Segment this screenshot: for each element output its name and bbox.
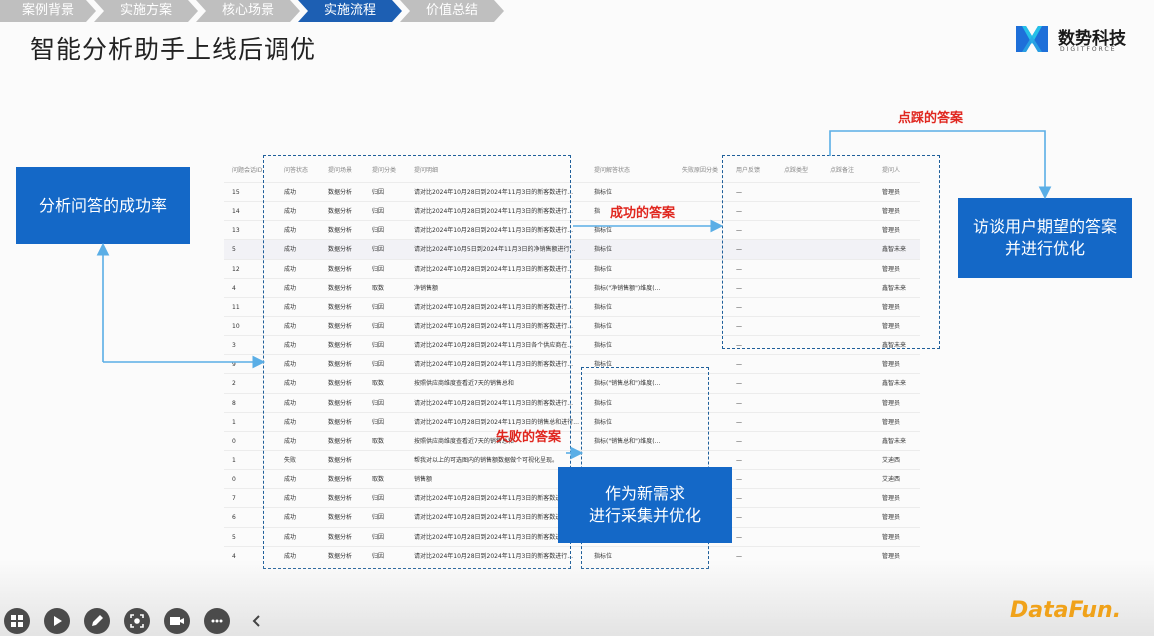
- logo-subtitle: DIGITFORCE: [1060, 46, 1117, 53]
- table-cell: —: [736, 533, 742, 541]
- camera-icon[interactable]: [164, 608, 190, 634]
- table-cell: —: [736, 495, 742, 503]
- success-label: 成功的答案: [610, 206, 676, 221]
- table-cell: 指标位: [594, 265, 613, 273]
- success-rate-box: 分析问答的成功率: [16, 167, 190, 244]
- screenshot-icon[interactable]: [124, 608, 150, 634]
- logo-mark-icon: [1016, 26, 1048, 52]
- feedback-columns-outline: [722, 155, 940, 349]
- breadcrumb-item[interactable]: 实施流程: [298, 0, 402, 22]
- success-rate-text: 分析问答的成功率: [38, 195, 167, 215]
- table-cell: 鑫智未来: [882, 437, 907, 445]
- likes-label: 点踩的答案: [898, 111, 964, 126]
- new-demand-line-1: 作为新需求: [604, 484, 685, 503]
- more-icon[interactable]: [204, 608, 230, 634]
- table-cell: —: [736, 418, 742, 426]
- table-cell: 指标("净销售额")维度(...: [594, 284, 661, 292]
- table-cell: 管理员: [882, 495, 901, 503]
- table-cell: 艾迪西: [882, 456, 901, 464]
- interview-line-2: 并进行优化: [1004, 239, 1085, 258]
- breadcrumb-item[interactable]: 案例背景: [0, 0, 96, 22]
- table-cell: 指标位: [594, 227, 613, 235]
- table-cell: —: [736, 456, 742, 464]
- table-header-cell: 失败原因分类: [682, 167, 719, 174]
- table-cell: 指标位: [594, 342, 613, 350]
- table-header-cell: 问题会话ID: [232, 167, 263, 174]
- interview-line-1: 访谈用户期望的答案: [972, 217, 1117, 236]
- table-cell: —: [736, 476, 742, 484]
- table-cell: 指标位: [594, 246, 613, 254]
- datafun-logo: DataFun.: [1010, 598, 1122, 623]
- table-cell: 管理员: [882, 399, 901, 407]
- table-cell: 管理员: [882, 514, 901, 522]
- failure-label: 失败的答案: [496, 430, 562, 445]
- playback-toolbar: [0, 605, 270, 636]
- table-cell: 指标位: [594, 303, 613, 311]
- pen-icon[interactable]: [84, 608, 110, 634]
- play-icon[interactable]: [44, 608, 70, 634]
- new-demand-line-2: 进行采集并优化: [588, 506, 701, 525]
- table-cell: 管理员: [882, 418, 901, 426]
- table-cell: 管理员: [882, 361, 901, 369]
- qa-columns-outline: [263, 155, 571, 569]
- breadcrumb-item[interactable]: 实施方案: [94, 0, 198, 22]
- table-cell: —: [736, 380, 742, 388]
- breadcrumb: 案例背景 实施方案 核心场景 实施流程 价值总结: [0, 0, 502, 22]
- table-header-cell: 提问解答状态: [594, 167, 631, 174]
- breadcrumb-item[interactable]: 核心场景: [196, 0, 300, 22]
- interview-box: 访谈用户期望的答案 并进行优化: [958, 198, 1132, 278]
- table-cell: —: [736, 437, 742, 445]
- table-cell: —: [736, 514, 742, 522]
- table-cell: —: [736, 399, 742, 407]
- company-logo: 数势科技 DIGITFORCE: [1014, 20, 1144, 62]
- table-cell: 管理员: [882, 533, 901, 541]
- table-cell: 指标位: [594, 322, 613, 330]
- table-cell: 指标位: [594, 189, 613, 196]
- breadcrumb-item[interactable]: 价值总结: [400, 0, 504, 22]
- table-cell: —: [736, 361, 742, 369]
- table-cell: 鑫智未来: [882, 380, 907, 388]
- new-demand-box: 作为新需求 进行采集并优化: [558, 467, 732, 543]
- table-cell: 艾迪西: [882, 476, 901, 484]
- back-icon[interactable]: [244, 608, 270, 634]
- page-title: 智能分析助手上线后调优: [30, 35, 317, 64]
- grid-icon[interactable]: [4, 608, 30, 634]
